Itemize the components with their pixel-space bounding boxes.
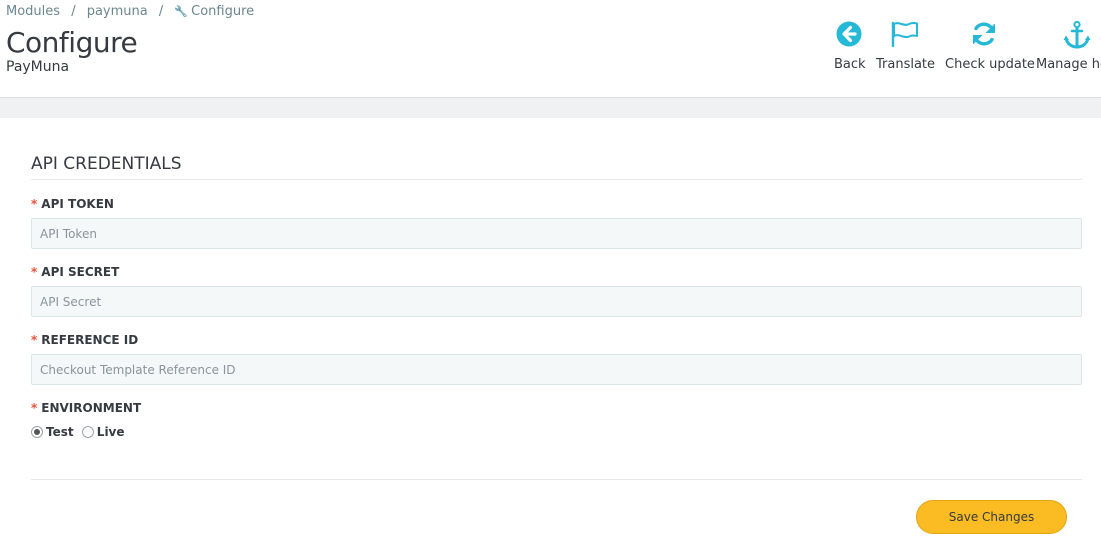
breadcrumb-configure: Configure xyxy=(191,4,255,19)
flag-icon xyxy=(876,20,934,52)
wrench-icon: 🔧 xyxy=(174,5,189,18)
manage-hooks-button[interactable]: Manage hooks xyxy=(1036,20,1101,72)
back-button[interactable]: Back xyxy=(834,20,866,72)
required-marker: * xyxy=(31,401,38,415)
header-toolbar-strip xyxy=(0,98,1101,118)
live-radio-label: Live xyxy=(96,425,125,439)
breadcrumb-separator: / xyxy=(158,4,164,19)
save-changes-button[interactable]: Save Changes xyxy=(916,500,1067,534)
test-radio-label: Test xyxy=(46,425,74,439)
translate-button[interactable]: Translate xyxy=(876,20,936,72)
test-radio[interactable] xyxy=(31,425,43,438)
live-radio[interactable] xyxy=(81,425,94,438)
back-label: Back xyxy=(834,57,866,72)
page-subtitle: PayMuna xyxy=(6,59,70,75)
api-secret-input[interactable] xyxy=(31,286,1082,317)
breadcrumb: Modules / paymuna / 🔧 Configure xyxy=(6,4,254,19)
configuration-panel: API CREDENTIALS *API TOKEN *API SECRET *… xyxy=(0,118,1101,551)
api-token-label-text: API TOKEN xyxy=(41,197,114,211)
refresh-icon xyxy=(945,20,1023,52)
section-heading: API CREDENTIALS xyxy=(31,154,1082,180)
reference-id-label: * REFERENCE ID xyxy=(31,333,138,347)
page-header: Modules / paymuna / 🔧 Configure Configure… xyxy=(0,0,1101,98)
environment-option-live[interactable]: Live xyxy=(81,425,125,439)
form-footer-divider xyxy=(31,479,1082,480)
environment-option-test[interactable]: Test xyxy=(31,425,74,439)
check-update-button[interactable]: Check update xyxy=(945,20,1035,72)
required-marker: * xyxy=(31,197,38,211)
required-marker: * xyxy=(31,265,38,279)
back-arrow-circle-icon xyxy=(834,20,864,52)
api-token-input[interactable] xyxy=(31,218,1082,249)
reference-id-input[interactable] xyxy=(31,354,1082,385)
section-title: API CREDENTIALS xyxy=(31,154,182,174)
required-marker: * xyxy=(31,333,38,347)
environment-label: * ENVIRONMENT xyxy=(31,401,141,415)
api-token-label: * API TOKEN xyxy=(31,197,114,211)
environment-radio-group: Test Live xyxy=(31,425,129,439)
environment-label-text: ENVIRONMENT xyxy=(41,401,142,415)
breadcrumb-separator: / xyxy=(71,4,76,19)
api-secret-label-text: API SECRET xyxy=(41,265,120,279)
manage-hooks-label: Manage hooks xyxy=(1036,57,1101,72)
anchor-icon xyxy=(1062,20,1092,52)
api-secret-label: * API SECRET xyxy=(31,265,119,279)
breadcrumb-modules[interactable]: Modules xyxy=(6,4,60,19)
breadcrumb-paymuna[interactable]: paymuna xyxy=(87,4,148,19)
translate-label: Translate xyxy=(876,57,936,72)
reference-id-label-text: REFERENCE ID xyxy=(41,333,139,347)
check-update-label: Check update xyxy=(945,57,1035,72)
page-title: Configure xyxy=(6,26,138,59)
